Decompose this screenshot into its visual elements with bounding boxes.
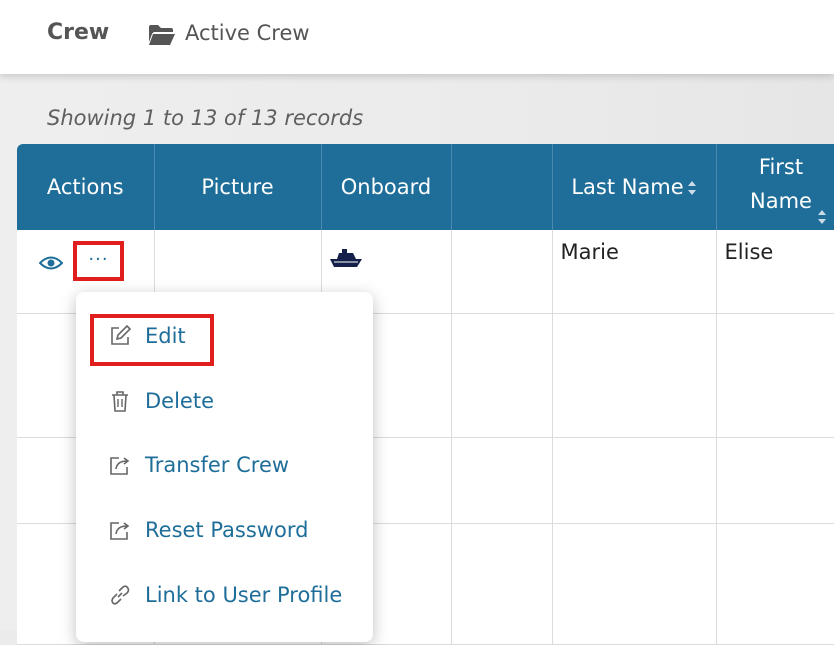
last-name-value: Marie — [553, 230, 716, 264]
records-info: Showing 1 to 13 of 13 records — [47, 106, 363, 130]
column-label: Actions — [47, 175, 124, 199]
column-header-blank — [451, 144, 552, 230]
menu-item-reset-password[interactable]: Reset Password — [109, 510, 308, 550]
more-actions-button[interactable]: ··· — [73, 241, 124, 281]
menu-item-label: Reset Password — [145, 518, 308, 542]
top-bar: Crew Active Crew — [0, 0, 834, 74]
export-icon — [109, 454, 131, 476]
trash-icon — [109, 390, 131, 412]
menu-item-label: Link to User Profile — [145, 583, 342, 607]
menu-item-label: Transfer Crew — [145, 453, 289, 477]
eye-icon[interactable] — [39, 255, 63, 271]
cell-last-name: Marie — [552, 230, 716, 314]
menu-item-label: Edit — [145, 324, 186, 348]
breadcrumb-active[interactable]: Active Crew — [185, 21, 310, 45]
row-actions-menu: Edit Delete Transfer Crew Reset Password… — [76, 292, 373, 642]
column-header-actions: Actions — [17, 144, 154, 230]
column-label: Picture — [201, 175, 273, 199]
column-header-picture: Picture — [154, 144, 321, 230]
first-name-value: Elise — [717, 230, 834, 264]
menu-item-link-user-profile[interactable]: Link to User Profile — [109, 575, 342, 615]
sort-icon[interactable] — [818, 210, 827, 224]
column-label: Last Name — [571, 175, 683, 199]
column-header-onboard: Onboard — [321, 144, 451, 230]
folder-open-icon — [148, 24, 176, 46]
menu-item-delete[interactable]: Delete — [109, 381, 214, 421]
ship-icon — [329, 248, 363, 268]
column-header-last-name[interactable]: Last Name — [552, 144, 716, 230]
export-icon — [109, 519, 131, 541]
menu-item-transfer-crew[interactable]: Transfer Crew — [109, 445, 289, 485]
column-label: Onboard — [341, 175, 431, 199]
table-header-row: Actions Picture Onboard Last Name First … — [17, 144, 834, 230]
cell-blank — [451, 230, 552, 314]
menu-item-edit[interactable]: Edit — [109, 316, 186, 356]
edit-icon — [109, 325, 131, 347]
link-icon — [109, 584, 131, 606]
column-header-first-name[interactable]: First Name — [716, 144, 834, 230]
column-label: First Name — [736, 150, 826, 218]
breadcrumb-root[interactable]: Crew — [47, 20, 109, 45]
sort-icon[interactable] — [688, 181, 697, 195]
menu-item-label: Delete — [145, 389, 214, 413]
cell-first-name: Elise — [716, 230, 834, 314]
